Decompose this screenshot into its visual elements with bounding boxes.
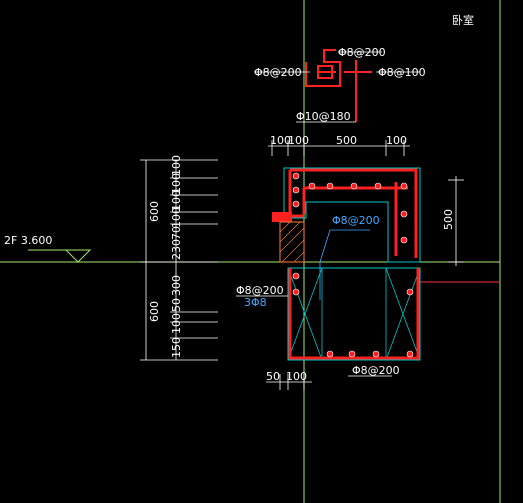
floor-level: 2F 3.600 [4,234,52,247]
leaders [236,51,420,377]
drawing-canvas: 卧室 2F 3.600 Φ8@200 Φ8@200 Φ8@100 Φ10@180… [0,0,501,503]
room-label: 卧室 [452,13,474,27]
dim-left-top-5: 70 [170,226,183,240]
dim-right: 500 [442,209,455,230]
lower-wall [287,267,421,361]
dim-left-top-1: 100 [170,155,183,176]
dim-bottom-2: 100 [286,370,307,383]
dim-left-bottom-3: 100 [170,313,183,334]
level-marker [28,249,92,263]
dim-left-bottom-1: 300 [170,275,183,296]
dim-left-top-total: 600 [148,201,161,222]
dim-top-4: 100 [386,134,407,147]
rebar-left-sub: 3Φ8 [244,296,267,309]
dim-left-bottom-2: 50 [170,298,183,312]
dim-left-top-4: 100 [170,207,183,228]
rebar-10: Φ10@180 [296,110,351,123]
dim-left-bottom-total: 600 [148,301,161,322]
rebar-mid: Φ8@200 [332,214,380,227]
rebar-top-a: Φ8@200 [338,46,386,59]
dim-left-bottom-4: 150 [170,337,183,358]
dim-top-3: 500 [336,134,357,147]
dim-left-top-6: 230 [170,239,183,260]
dim-top-2: 100 [288,134,309,147]
rebar-top-right: Φ8@100 [378,66,426,79]
rebar-bottom: Φ8@200 [352,364,400,377]
dim-bottom-1: 50 [266,370,280,383]
blue-leader [319,229,370,300]
rebar-top-left: Φ8@200 [254,66,302,79]
